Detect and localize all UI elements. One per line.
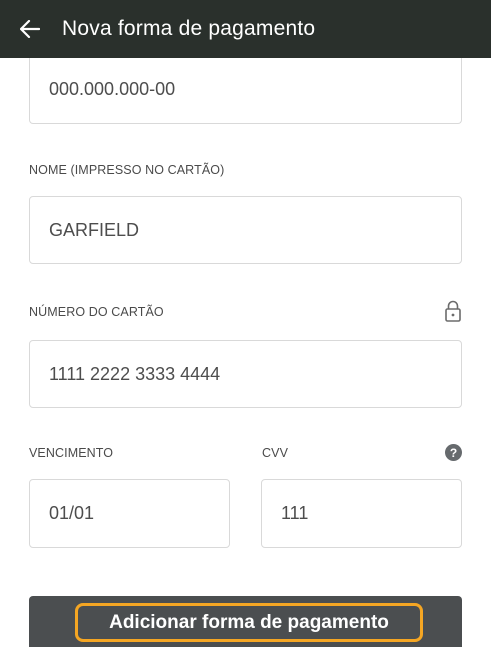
expiry-label: VENCIMENTO (29, 446, 114, 460)
add-payment-button[interactable]: Adicionar forma de pagamento (75, 603, 423, 642)
help-icon[interactable]: ? (445, 444, 462, 461)
arrow-left-icon (20, 20, 40, 38)
cpf-input[interactable]: 000.000.000-00 (29, 56, 462, 124)
card-number-label: NÚMERO DO CARTÃO (29, 305, 164, 319)
cvv-input[interactable]: 111 (261, 479, 462, 548)
name-value: GARFIELD (49, 219, 140, 240)
cpf-value: 000.000.000-00 (49, 79, 176, 99)
lock-icon (445, 300, 461, 322)
app-bar: Nova forma de pagamento (0, 0, 491, 58)
expiry-value: 01/01 (49, 503, 95, 523)
card-number-value: 1111 2222 3333 4444 (49, 363, 221, 384)
name-label: NOME (IMPRESSO NO CARTÃO) (29, 163, 225, 177)
card-number-input[interactable]: 1111 2222 3333 4444 (29, 340, 462, 408)
page-title: Nova forma de pagamento (62, 17, 316, 40)
cvv-label: CVV (262, 446, 289, 460)
back-button[interactable] (18, 17, 42, 41)
expiry-input[interactable]: 01/01 (29, 479, 230, 548)
name-input[interactable]: GARFIELD (29, 196, 462, 264)
cvv-value: 111 (281, 503, 309, 523)
